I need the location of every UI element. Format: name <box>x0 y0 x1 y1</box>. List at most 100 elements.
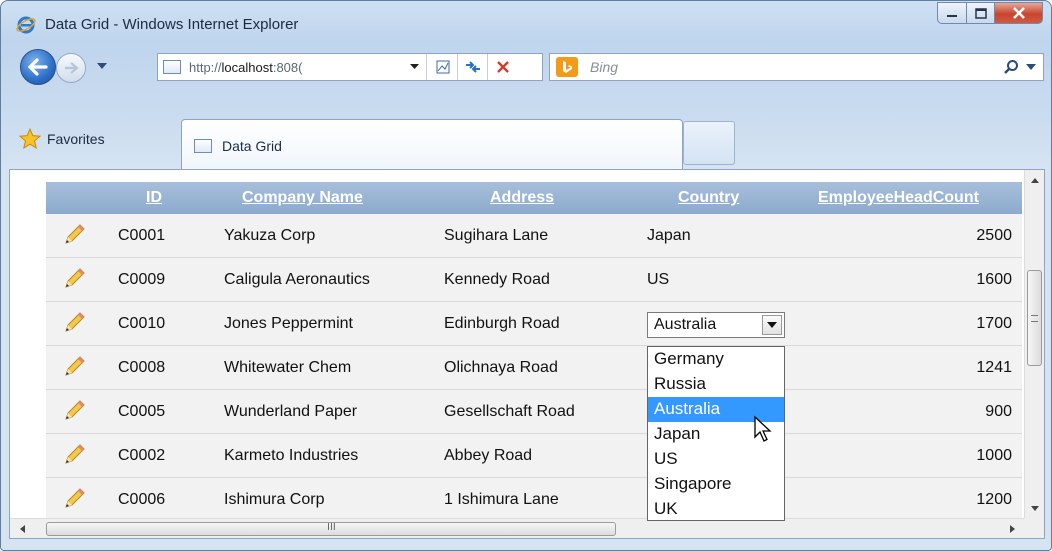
scroll-right-button[interactable] <box>1006 523 1018 535</box>
column-header-address[interactable]: Address <box>490 189 554 207</box>
address-dropdown-button[interactable] <box>404 54 424 80</box>
maximize-button[interactable] <box>967 2 995 24</box>
chevron-down-icon <box>97 62 107 69</box>
bing-logo-icon <box>556 57 578 77</box>
forward-button[interactable] <box>56 53 86 83</box>
stop-button[interactable] <box>490 54 516 80</box>
back-arrow-icon <box>28 58 48 76</box>
tab-data-grid[interactable]: Data Grid <box>181 119 683 169</box>
vertical-scroll-thumb[interactable] <box>1027 270 1042 366</box>
cell-headcount: 1700 <box>976 315 1012 332</box>
dropdown-option[interactable]: Russia <box>648 372 784 397</box>
cell-headcount: 900 <box>985 403 1012 420</box>
grip-icon <box>1031 315 1038 322</box>
refresh-button[interactable] <box>460 54 486 80</box>
scroll-up-button[interactable] <box>1029 174 1041 186</box>
page-content: ID Company Name Address Country Employee… <box>9 169 1045 539</box>
table-row-editing: C0010 Jones Peppermint Edinburgh Road Au… <box>46 302 1022 346</box>
forward-arrow-icon <box>65 62 79 74</box>
horizontal-scrollbar[interactable]: III <box>10 518 1024 538</box>
favorites-button[interactable]: Favorites <box>19 119 105 159</box>
cell-headcount: 1241 <box>976 359 1012 376</box>
pencil-edit-icon[interactable] <box>62 487 86 511</box>
column-header-employee-head-count[interactable]: EmployeeHeadCount <box>818 189 979 207</box>
dropdown-option[interactable]: US <box>648 447 784 472</box>
title-bar: Data Grid - Windows Internet Explorer <box>1 1 1051 43</box>
separator <box>426 54 427 80</box>
minimize-button[interactable] <box>937 2 967 24</box>
ie-logo-icon <box>16 16 36 34</box>
country-select-value: Australia <box>654 316 717 333</box>
compatibility-view-button[interactable] <box>430 54 456 80</box>
cell-company-name: Yakuza Corp <box>224 227 316 244</box>
cell-company-name: Caligula Aeronautics <box>224 271 370 288</box>
mouse-pointer-icon <box>754 415 772 442</box>
cell-address: Gesellschaft Road <box>444 403 575 420</box>
maximize-icon <box>974 7 987 19</box>
pencil-edit-icon[interactable] <box>62 267 86 291</box>
country-select[interactable]: Australia <box>647 312 785 338</box>
chevron-down-icon <box>767 322 777 328</box>
window-title: Data Grid - Windows Internet Explorer <box>45 16 299 33</box>
close-button[interactable] <box>995 2 1043 24</box>
tab-strip: Favorites Data Grid <box>1 119 1051 169</box>
cell-address: Edinburgh Road <box>444 315 560 332</box>
search-icon[interactable] <box>1003 59 1019 75</box>
scrollbar-corner <box>1024 518 1044 538</box>
triangle-right-icon <box>1009 525 1015 533</box>
vertical-scrollbar[interactable] <box>1024 170 1044 518</box>
cell-headcount: 1600 <box>976 271 1012 288</box>
cell-address: Kennedy Road <box>444 271 550 288</box>
cell-headcount: 1000 <box>976 447 1012 464</box>
cell-company-name: Wunderland Paper <box>224 403 358 420</box>
cell-company-name: Whitewater Chem <box>224 359 352 376</box>
minimize-icon <box>947 15 957 17</box>
cell-company-name: Jones Peppermint <box>224 315 353 332</box>
column-header-country[interactable]: Country <box>678 189 739 207</box>
cell-address: 1 Ishimura Lane <box>444 491 559 508</box>
scroll-left-button[interactable] <box>16 523 28 535</box>
favorites-label: Favorites <box>47 131 105 147</box>
url-text[interactable]: http://localhost:808( <box>189 60 302 75</box>
table-row: C0008 Whitewater Chem Olichnaya Road 124… <box>46 346 1022 390</box>
dropdown-option[interactable]: UK <box>648 497 784 522</box>
new-tab-button[interactable] <box>683 121 735 165</box>
cell-id: C0006 <box>118 491 166 508</box>
pencil-edit-icon[interactable] <box>62 399 86 423</box>
horizontal-scroll-thumb[interactable]: III <box>46 522 616 536</box>
compatibility-view-icon <box>436 60 450 74</box>
country-dropdown-button[interactable] <box>762 315 782 335</box>
dropdown-option[interactable]: Germany <box>648 347 784 372</box>
recent-pages-dropdown[interactable] <box>95 59 109 73</box>
cell-company-name: Ishimura Corp <box>224 491 325 508</box>
url-prefix: http:// <box>189 59 222 75</box>
chevron-down-icon[interactable] <box>1025 61 1037 73</box>
triangle-left-icon <box>19 525 25 533</box>
data-grid: ID Company Name Address Country Employee… <box>46 182 1022 522</box>
column-header-company-name[interactable]: Company Name <box>242 189 363 207</box>
pencil-edit-icon[interactable] <box>62 443 86 467</box>
separator <box>457 54 458 80</box>
search-box[interactable]: Bing <box>549 53 1044 81</box>
address-bar[interactable]: http://localhost:808( <box>157 53 543 81</box>
browser-window: Data Grid - Windows Internet Explorer ht <box>0 0 1052 551</box>
table-row: C0009 Caligula Aeronautics Kennedy Road … <box>46 258 1022 302</box>
table-row: C0001 Yakuza Corp Sugihara Lane Japan 25… <box>46 214 1022 258</box>
refresh-icon <box>466 61 480 73</box>
caption-buttons <box>937 2 1043 26</box>
pencil-edit-icon[interactable] <box>62 311 86 335</box>
pencil-edit-icon[interactable] <box>62 355 86 379</box>
url-host: localhost <box>221 59 273 75</box>
dropdown-option[interactable]: Singapore <box>648 472 784 497</box>
cell-id: C0008 <box>118 359 166 376</box>
cell-headcount: 1200 <box>976 491 1012 508</box>
scroll-down-button[interactable] <box>1029 502 1041 514</box>
pencil-edit-icon[interactable] <box>62 223 86 247</box>
cell-id: C0005 <box>118 403 166 420</box>
triangle-down-icon <box>1031 505 1039 511</box>
back-button[interactable] <box>20 49 56 85</box>
column-header-id[interactable]: ID <box>146 189 162 207</box>
cell-address: Abbey Road <box>444 447 533 464</box>
search-placeholder: Bing <box>590 59 619 75</box>
cell-company-name: Karmeto Industries <box>224 447 359 464</box>
